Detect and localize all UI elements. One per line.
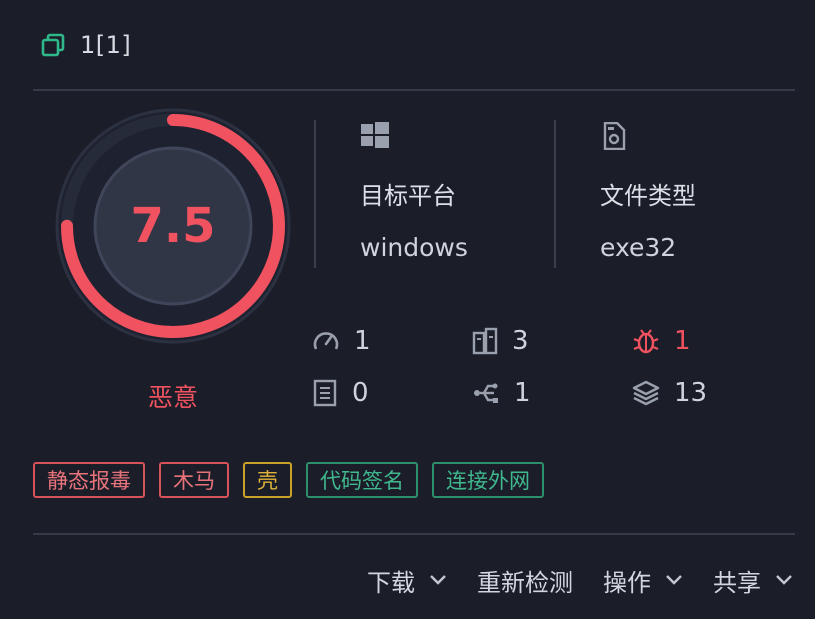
action-bar: 下载 重新检测 操作 共享 [367,560,793,600]
document-list-icon [313,379,337,407]
windows-icon [361,122,389,152]
platform-label: 目标平台 [360,182,456,210]
module-icon [472,327,498,355]
report-title: 1[1] [80,31,132,59]
filetype-label: 文件类型 [600,182,696,210]
operate-label: 操作 [603,568,651,597]
threat-score-value: 7.5 [130,198,216,254]
stat-bug-value: 1 [674,326,691,356]
bug-icon [633,329,659,354]
tag-code-signing[interactable]: 代码签名 [306,462,418,498]
behavior-tags: 静态报毒 木马 壳 代码签名 连接外网 [33,462,544,498]
platform-value: windows [360,233,468,262]
file-icon [602,121,626,154]
recheck-label: 重新检测 [477,568,573,597]
tag-packer[interactable]: 壳 [243,462,292,498]
verdict-label: 恶意 [147,383,198,412]
gauge-icon [313,332,339,350]
header-divider [33,89,795,91]
chevron-down-icon [776,575,792,585]
recheck-button[interactable]: 重新检测 [477,563,573,598]
stat-network-value: 1 [514,378,531,408]
tag-static-detection[interactable]: 静态报毒 [33,462,145,498]
stat-gauge-value: 1 [354,326,371,356]
operate-button[interactable]: 操作 [603,563,683,598]
layers-icon [632,380,660,406]
chevron-down-icon [430,575,446,585]
stat-module-value: 3 [512,326,529,356]
stat-layers[interactable]: 13 [632,376,707,410]
footer-divider [33,533,795,535]
threat-score-gauge: 7.5 [55,108,291,344]
stat-document-list-value: 0 [352,378,369,408]
network-icon [474,383,498,403]
info-divider-left [314,120,316,268]
chevron-down-icon [666,575,682,585]
filetype-value: exe32 [600,233,677,262]
stat-module[interactable]: 3 [472,324,529,358]
stat-layers-value: 13 [674,378,708,408]
stat-network[interactable]: 1 [472,376,531,410]
stat-gauge[interactable]: 1 [312,324,371,358]
tag-trojan[interactable]: 木马 [159,462,229,498]
info-divider-right [554,120,556,268]
share-button[interactable]: 共享 [713,563,793,598]
copy-icon[interactable] [40,32,66,58]
tag-external-network[interactable]: 连接外网 [432,462,544,498]
stat-document-list[interactable]: 0 [312,376,369,410]
download-button[interactable]: 下载 [367,563,447,598]
stat-bug[interactable]: 1 [632,324,691,358]
share-label: 共享 [713,568,761,597]
report-header: 1[1] [40,28,131,62]
download-label: 下载 [367,568,415,597]
